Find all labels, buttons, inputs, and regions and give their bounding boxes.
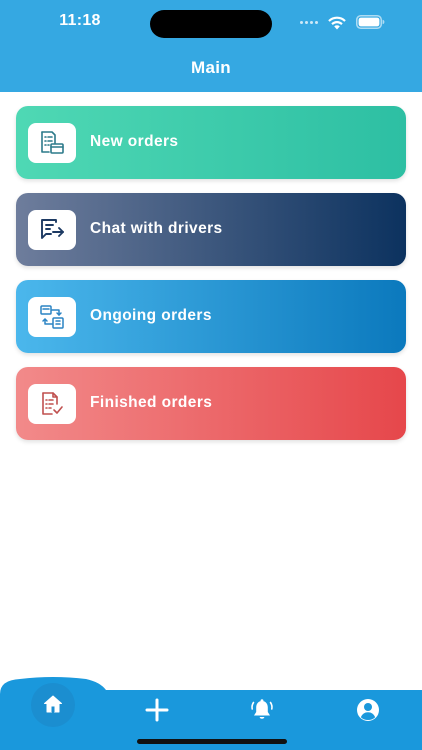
cellular-signal-icon [300, 21, 322, 27]
ongoing-orders-icon-box [28, 297, 76, 337]
battery-icon [356, 15, 385, 29]
dynamic-island [150, 10, 272, 38]
new-orders-label: New orders [90, 133, 179, 150]
status-time: 11:18 [59, 12, 101, 29]
plus-icon [145, 698, 169, 722]
app-header: 11:18 Main [0, 0, 422, 92]
wifi-icon [328, 16, 346, 30]
finished-orders-icon [42, 392, 63, 415]
chat-drivers-icon [41, 219, 64, 239]
chat-drivers-icon-box [28, 210, 76, 250]
tab-profile[interactable] [354, 697, 382, 723]
ongoing-orders-icon [40, 305, 64, 329]
tab-home[interactable] [31, 683, 75, 727]
new-orders-icon-box [28, 123, 76, 163]
tab-notifications[interactable] [248, 697, 276, 723]
user-icon [357, 699, 379, 721]
status-bar: 11:18 [0, 0, 422, 48]
new-orders-icon [41, 131, 64, 154]
new-orders-button[interactable]: New orders [16, 106, 406, 179]
finished-orders-icon-box [28, 384, 76, 424]
ongoing-orders-button[interactable]: Ongoing orders [16, 280, 406, 353]
chat-with-drivers-label: Chat with drivers [90, 220, 223, 237]
bell-icon [251, 699, 273, 719]
chat-with-drivers-button[interactable]: Chat with drivers [16, 193, 406, 266]
home-indicator [137, 739, 287, 744]
ongoing-orders-label: Ongoing orders [90, 307, 212, 324]
tab-add[interactable] [143, 697, 171, 723]
finished-orders-label: Finished orders [90, 394, 213, 411]
home-icon [44, 695, 62, 713]
finished-orders-button[interactable]: Finished orders [16, 367, 406, 440]
page-title: Main [191, 58, 231, 77]
